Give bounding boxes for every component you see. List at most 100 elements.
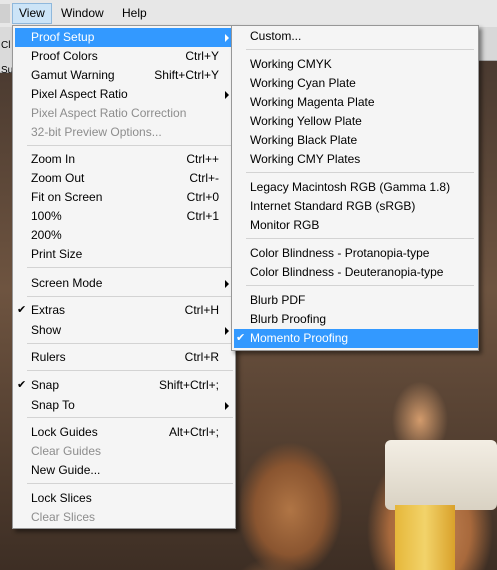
submenu-arrow-icon [225, 280, 229, 288]
menu-item-label: 100% [31, 209, 62, 223]
submenu-arrow-icon [225, 402, 229, 410]
menu-separator [246, 49, 474, 50]
menu-item-blurb-proofing[interactable]: Blurb Proofing [234, 310, 478, 329]
menu-item-legacy-mac-rgb[interactable]: Legacy Macintosh RGB (Gamma 1.8) [234, 178, 478, 197]
menu-item-proof-setup[interactable]: Proof Setup [15, 28, 237, 47]
menu-separator [246, 285, 474, 286]
menu-item-protanopia[interactable]: Color Blindness - Protanopia-type [234, 244, 478, 263]
menu-item-label: Snap To [31, 398, 75, 412]
menu-item-working-cmy-plates[interactable]: Working CMY Plates [234, 150, 478, 169]
strip-label: Cl [1, 40, 11, 51]
menu-item-custom[interactable]: Custom... [234, 27, 478, 46]
shortcut-label: Ctrl++ [186, 152, 219, 166]
menu-item-label: Color Blindness - Deuteranopia-type [250, 265, 444, 279]
shortcut-label: Ctrl+R [184, 350, 219, 364]
menu-separator [27, 343, 233, 344]
menu-item-label: Snap [31, 378, 60, 392]
shortcut-label: Ctrl+- [189, 171, 219, 185]
menu-item-zoom-out[interactable]: Zoom Out Ctrl+- [15, 169, 237, 188]
menu-item-srgb[interactable]: Internet Standard RGB (sRGB) [234, 197, 478, 216]
menu-window[interactable]: Window [55, 4, 110, 23]
menu-item-label: Gamut Warning [31, 68, 115, 82]
menu-item-label: Internet Standard RGB (sRGB) [250, 199, 416, 213]
menu-item-label: New Guide... [31, 463, 101, 477]
menu-item-working-cmyk[interactable]: Working CMYK [234, 55, 478, 74]
menu-bar: View Window Help [0, 0, 497, 28]
menu-item-working-black-plate[interactable]: Working Black Plate [234, 131, 478, 150]
menu-item-pixel-aspect-ratio-correction: Pixel Aspect Ratio Correction [15, 104, 237, 123]
shortcut-label: Ctrl+Y [185, 49, 219, 63]
toolbar-fragment [477, 27, 497, 61]
menu-item-label: Zoom Out [31, 171, 85, 185]
menu-item-momento-proofing[interactable]: ✔ Momento Proofing [234, 329, 478, 348]
checkmark-icon: ✔ [236, 332, 246, 344]
menu-item-deuteranopia[interactable]: Color Blindness - Deuteranopia-type [234, 263, 478, 282]
shortcut-label: Shift+Ctrl+; [158, 378, 219, 392]
menu-item-label: 32-bit Preview Options... [31, 125, 162, 139]
menu-item-label: Lock Guides [31, 425, 98, 439]
menu-item-label: Proof Colors [31, 49, 98, 63]
menu-item-snap-to[interactable]: Snap To [15, 396, 237, 415]
menu-item-label: Working CMY Plates [250, 152, 361, 166]
menu-item-label: Extras [31, 303, 66, 317]
submenu-arrow-icon [225, 327, 229, 335]
menu-item-zoom-in[interactable]: Zoom In Ctrl++ [15, 150, 237, 169]
menu-item-32bit-preview: 32-bit Preview Options... [15, 123, 237, 142]
menu-item-label: Show [31, 323, 62, 337]
menu-item-label: 200% [31, 228, 62, 242]
photo-detail [385, 440, 497, 510]
menu-item-working-magenta-plate[interactable]: Working Magenta Plate [234, 93, 478, 112]
menu-separator [246, 238, 474, 239]
menu-item-label: Rulers [31, 350, 66, 364]
submenu-arrow-icon [225, 91, 229, 99]
menu-item-label: Working CMYK [250, 57, 332, 71]
shortcut-label: Shift+Ctrl+Y [154, 68, 219, 82]
menu-item-label: Working Black Plate [250, 133, 358, 147]
menu-item-label: Fit on Screen [31, 190, 103, 204]
menu-item-rulers[interactable]: Rulers Ctrl+R [15, 348, 237, 367]
menu-item-screen-mode[interactable]: Screen Mode [15, 274, 237, 293]
shortcut-label: Ctrl+0 [186, 190, 219, 204]
menu-item-label: Momento Proofing [250, 331, 349, 345]
view-menu: Proof Setup Proof Colors Ctrl+Y Gamut Wa… [12, 25, 237, 529]
menu-item-label: Screen Mode [31, 276, 103, 290]
menu-item-200-percent[interactable]: 200% [15, 226, 237, 245]
menu-item-proof-colors[interactable]: Proof Colors Ctrl+Y [15, 47, 237, 66]
menu-item-lock-slices[interactable]: Lock Slices [15, 489, 237, 508]
menu-item-gamut-warning[interactable]: Gamut Warning Shift+Ctrl+Y [15, 66, 237, 85]
proof-setup-submenu: Custom... Working CMYK Working Cyan Plat… [231, 25, 479, 351]
menu-item-blurb-pdf[interactable]: Blurb PDF [234, 291, 478, 310]
menu-separator [27, 417, 233, 418]
menu-item-pixel-aspect-ratio[interactable]: Pixel Aspect Ratio [15, 85, 237, 104]
menu-item-label: Pixel Aspect Ratio [31, 87, 128, 101]
menu-item-show[interactable]: Show [15, 321, 237, 340]
menu-item-fit-on-screen[interactable]: Fit on Screen Ctrl+0 [15, 188, 237, 207]
menu-item-working-yellow-plate[interactable]: Working Yellow Plate [234, 112, 478, 131]
menu-item-extras[interactable]: ✔ Extras Ctrl+H [15, 301, 237, 320]
menu-item-new-guide[interactable]: New Guide... [15, 461, 237, 480]
menu-view[interactable]: View [12, 3, 52, 24]
menu-item-clear-slices: Clear Slices [15, 508, 237, 527]
menu-item-print-size[interactable]: Print Size [15, 245, 237, 264]
menu-item-clear-guides: Clear Guides [15, 442, 237, 461]
menu-item-label: Working Yellow Plate [250, 114, 362, 128]
menu-item-100-percent[interactable]: 100% Ctrl+1 [15, 207, 237, 226]
menu-separator [27, 483, 233, 484]
menu-item-label: Blurb PDF [250, 293, 306, 307]
menu-item-monitor-rgb[interactable]: Monitor RGB [234, 216, 478, 235]
menu-item-working-cyan-plate[interactable]: Working Cyan Plate [234, 74, 478, 93]
menu-help[interactable]: Help [116, 4, 153, 23]
menu-item-label: Zoom In [31, 152, 76, 166]
shortcut-label: Alt+Ctrl+; [168, 425, 219, 439]
shortcut-label: Ctrl+1 [186, 209, 219, 223]
menu-item-snap[interactable]: ✔ Snap Shift+Ctrl+; [15, 376, 237, 395]
menu-item-label: Custom... [250, 29, 302, 43]
menu-item-lock-guides[interactable]: Lock Guides Alt+Ctrl+; [15, 423, 237, 442]
menu-item-label: Working Cyan Plate [250, 76, 356, 90]
menu-separator [246, 172, 474, 173]
shortcut-label: Ctrl+H [184, 303, 219, 317]
checkmark-icon: ✔ [17, 304, 27, 316]
menu-item-label: Blurb Proofing [250, 312, 327, 326]
options-bar-fragment: Cl Su [0, 27, 13, 76]
menu-bar-edge [0, 4, 10, 23]
